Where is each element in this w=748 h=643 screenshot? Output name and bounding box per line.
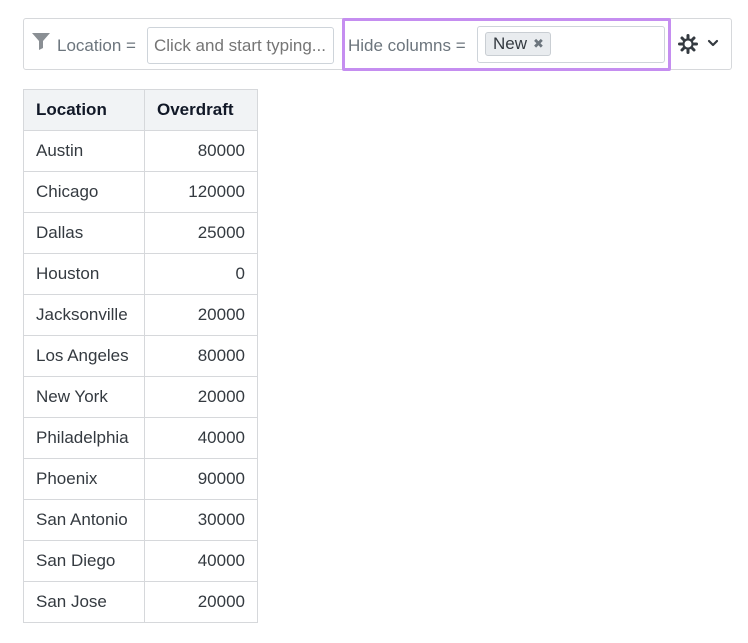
overdraft-cell: 20000 bbox=[144, 294, 258, 336]
table-row: Austin 80000 bbox=[23, 130, 258, 172]
location-cell: Jacksonville bbox=[23, 294, 145, 336]
overdraft-cell: 20000 bbox=[144, 581, 258, 623]
table-row: Houston 0 bbox=[23, 253, 258, 295]
location-filter-input[interactable] bbox=[147, 27, 334, 64]
overdraft-cell: 40000 bbox=[144, 417, 258, 459]
overdraft-cell: 90000 bbox=[144, 458, 258, 500]
hide-columns-label: Hide columns = bbox=[348, 36, 466, 55]
table-row: Los Angeles 80000 bbox=[23, 335, 258, 377]
hide-columns-input[interactable]: New ✖ bbox=[477, 26, 665, 63]
location-cell: Houston bbox=[23, 253, 145, 295]
location-cell: Dallas bbox=[23, 212, 145, 254]
column-header-location[interactable]: Location bbox=[23, 89, 145, 131]
location-cell: San Antonio bbox=[23, 499, 145, 541]
table-row: San Antonio 30000 bbox=[23, 499, 258, 541]
location-cell: Austin bbox=[23, 130, 145, 172]
location-cell: Phoenix bbox=[23, 458, 145, 500]
overdraft-cell: 0 bbox=[144, 253, 258, 295]
overdraft-cell: 40000 bbox=[144, 540, 258, 582]
table-row: Jacksonville 20000 bbox=[23, 294, 258, 336]
location-filter-label: Location = bbox=[57, 36, 136, 55]
table-row: San Diego 40000 bbox=[23, 540, 258, 582]
overdraft-cell: 20000 bbox=[144, 376, 258, 418]
table-row: Dallas 25000 bbox=[23, 212, 258, 254]
overdraft-cell: 80000 bbox=[144, 335, 258, 377]
location-cell: San Jose bbox=[23, 581, 145, 623]
table-header-row: Location Overdraft bbox=[23, 89, 258, 131]
table-row: New York 20000 bbox=[23, 376, 258, 418]
filter-toolbar: Location = Hide columns = New ✖ bbox=[23, 18, 732, 71]
location-cell: Los Angeles bbox=[23, 335, 145, 377]
gear-icon[interactable] bbox=[678, 34, 698, 54]
remove-tag-icon[interactable]: ✖ bbox=[533, 33, 544, 55]
filter-icon bbox=[32, 33, 50, 50]
overdraft-cell: 30000 bbox=[144, 499, 258, 541]
data-table: Location Overdraft Austin 80000 Chicago 12… bbox=[23, 89, 258, 623]
table-row: Philadelphia 40000 bbox=[23, 417, 258, 459]
hidden-column-tag: New ✖ bbox=[485, 32, 551, 56]
location-cell: Chicago bbox=[23, 171, 145, 213]
column-header-overdraft[interactable]: Overdraft bbox=[144, 89, 258, 131]
chevron-down-icon[interactable] bbox=[707, 38, 719, 48]
overdraft-cell: 120000 bbox=[144, 171, 258, 213]
hide-columns-filter: Hide columns = New ✖ bbox=[342, 18, 671, 71]
location-cell: Philadelphia bbox=[23, 417, 145, 459]
table-row: Chicago 120000 bbox=[23, 171, 258, 213]
overdraft-cell: 80000 bbox=[144, 130, 258, 172]
overdraft-cell: 25000 bbox=[144, 212, 258, 254]
table-row: Phoenix 90000 bbox=[23, 458, 258, 500]
hidden-column-tag-label: New bbox=[493, 34, 528, 53]
location-cell: New York bbox=[23, 376, 145, 418]
table-row: San Jose 20000 bbox=[23, 581, 258, 623]
location-cell: San Diego bbox=[23, 540, 145, 582]
